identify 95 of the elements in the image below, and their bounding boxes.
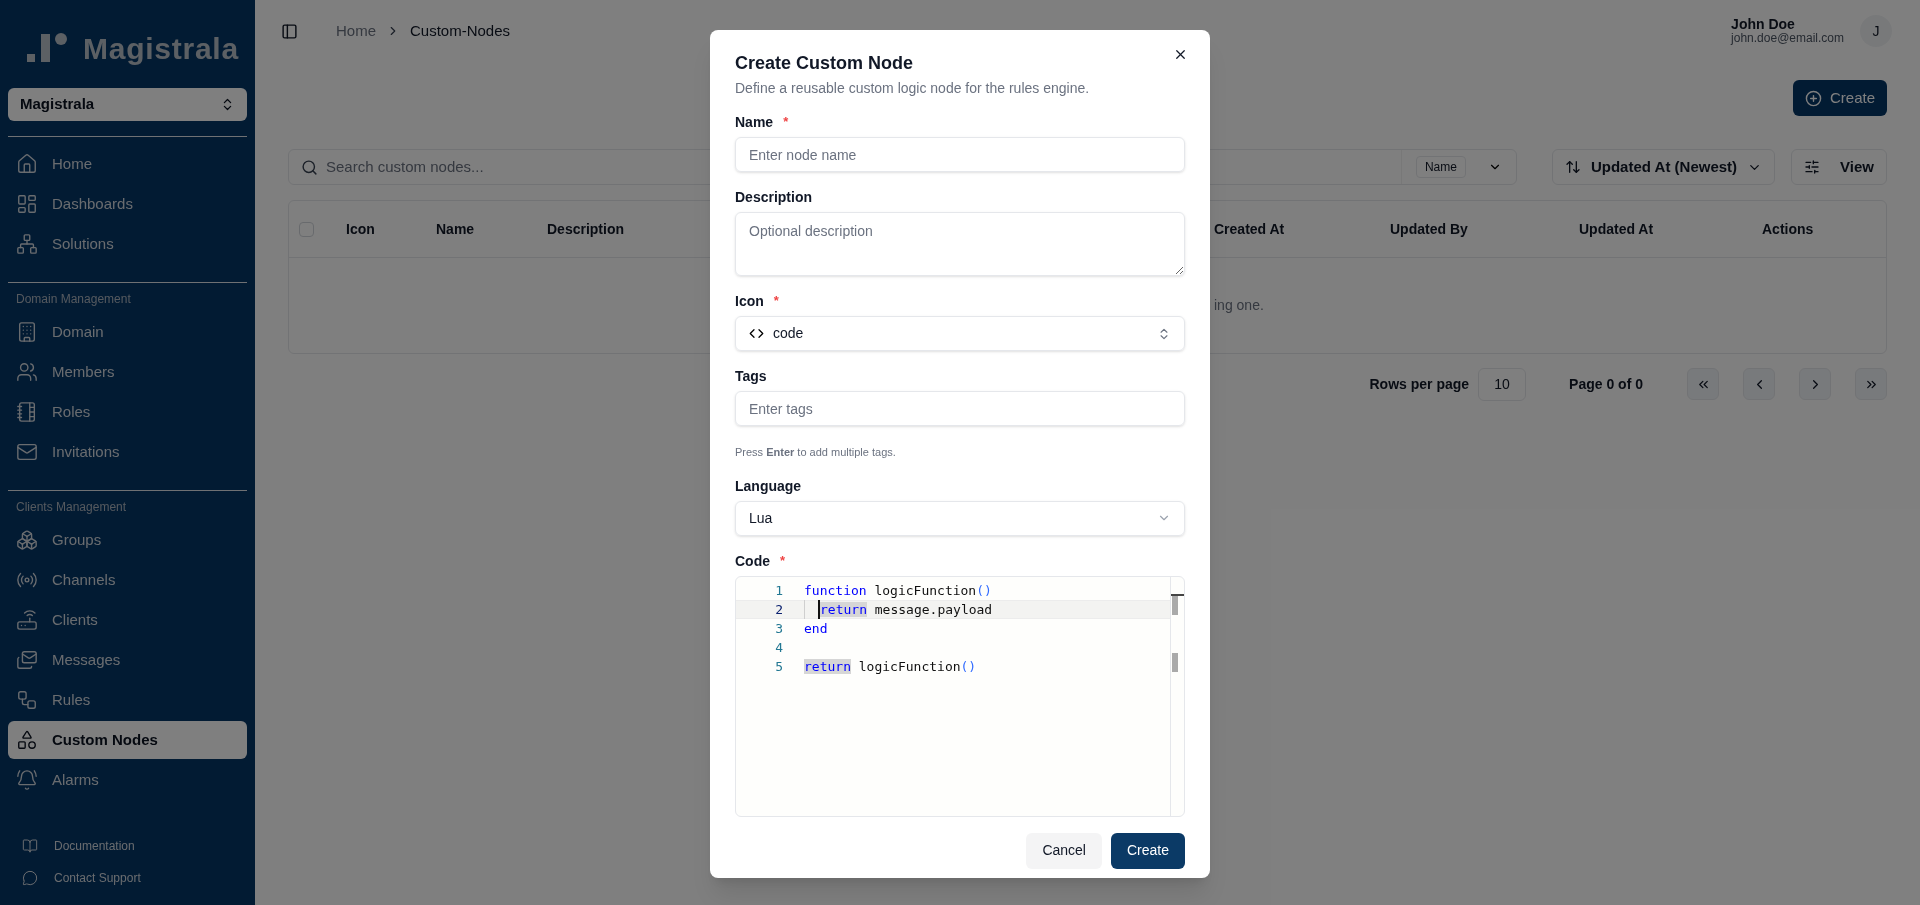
sidebar-item[interactable]: Clients bbox=[8, 601, 247, 639]
section-heading: Domain Management bbox=[15, 291, 132, 308]
sidebar-item[interactable]: Dashboards bbox=[8, 185, 247, 223]
column-header: Name bbox=[436, 221, 475, 237]
required-mark: * bbox=[773, 292, 779, 310]
pagination-button[interactable] bbox=[1855, 368, 1887, 400]
code-text: return message.payload bbox=[820, 600, 993, 619]
line-number: 1 bbox=[774, 581, 783, 600]
field-label: Description bbox=[735, 188, 812, 206]
mails-icon bbox=[16, 649, 38, 671]
field-hint: Press Enter to add multiple tags. bbox=[735, 445, 897, 460]
language-select[interactable]: Lua bbox=[735, 500, 1185, 536]
notebook-icon bbox=[16, 401, 38, 423]
bell-icon bbox=[16, 769, 38, 791]
code-editor[interactable]: 1 function logicFunction() 2 return message.payload 3 end 4 5 return logicFunction() bbox=[735, 575, 1185, 817]
sidebar-item[interactable]: Domain bbox=[8, 313, 247, 351]
line-number: 4 bbox=[774, 638, 783, 657]
user-email: john.doe@email.com bbox=[1731, 31, 1844, 45]
sidebar-item[interactable]: Alarms bbox=[8, 761, 247, 799]
line-number: 5 bbox=[774, 657, 783, 676]
icon-select[interactable]: code bbox=[735, 316, 1185, 351]
close-icon[interactable] bbox=[1173, 47, 1188, 62]
footer-link[interactable]: Contact Support bbox=[22, 867, 233, 889]
search-icon bbox=[301, 158, 318, 176]
building-icon bbox=[16, 321, 38, 343]
book-icon bbox=[22, 838, 38, 854]
user-avatar[interactable]: J bbox=[1860, 15, 1892, 47]
column-header: Description bbox=[547, 221, 624, 237]
required-mark: * bbox=[783, 113, 789, 131]
line-number: 3 bbox=[774, 619, 783, 638]
network-icon bbox=[16, 233, 38, 255]
sort-button[interactable]: Updated At (Newest) bbox=[1551, 149, 1776, 185]
code-text: end bbox=[804, 619, 828, 638]
sidebar-item[interactable]: Solutions bbox=[8, 225, 247, 263]
home-icon bbox=[16, 153, 38, 175]
code-icon bbox=[749, 326, 764, 341]
footer-link[interactable]: Documentation bbox=[22, 835, 233, 857]
user-name: John Doe bbox=[1731, 17, 1796, 31]
sidebar-item[interactable]: Invitations bbox=[8, 433, 247, 471]
field-label: Code bbox=[735, 551, 770, 570]
code-text: return logicFunction() bbox=[804, 657, 977, 676]
create-button[interactable]: Create bbox=[1792, 80, 1887, 116]
description-field[interactable]: Optional description bbox=[735, 212, 1185, 276]
sliders-icon bbox=[1804, 159, 1821, 175]
sidebar-item[interactable]: Members bbox=[8, 353, 247, 391]
chat-icon bbox=[22, 870, 38, 886]
workflow-icon bbox=[16, 689, 38, 711]
shapes-icon bbox=[16, 729, 38, 751]
view-button[interactable]: View bbox=[1791, 149, 1887, 185]
column-header: Updated At bbox=[1579, 221, 1654, 237]
field-label: Language bbox=[735, 476, 802, 495]
sidebar-item[interactable]: Roles bbox=[8, 393, 247, 431]
field-label: Name bbox=[735, 113, 774, 131]
pagination-button[interactable] bbox=[1687, 368, 1719, 400]
create-button[interactable]: Create bbox=[1110, 832, 1185, 869]
boxes-icon bbox=[16, 529, 38, 551]
page-indicator: Page 0 of 0 bbox=[1569, 374, 1643, 394]
filter-select[interactable]: Name bbox=[1400, 150, 1516, 184]
empty-message: ing one. bbox=[1214, 296, 1264, 315]
sidebar-item[interactable]: Messages bbox=[8, 641, 247, 679]
line-number: 2 bbox=[774, 600, 783, 619]
column-header: Created At bbox=[1214, 221, 1285, 237]
pagination-button[interactable] bbox=[1743, 368, 1775, 400]
pagination-button[interactable] bbox=[1799, 368, 1831, 400]
sidebar-item[interactable]: Home bbox=[8, 145, 247, 183]
required-mark: * bbox=[780, 551, 786, 570]
sidebar-item[interactable]: Custom Nodes bbox=[8, 721, 247, 759]
workspace-selector[interactable]: Magistrala bbox=[8, 88, 247, 121]
sort-icon bbox=[1564, 159, 1581, 175]
cancel-button[interactable]: Cancel bbox=[1026, 832, 1102, 869]
sidebar-item[interactable]: Rules bbox=[8, 681, 247, 719]
router-icon bbox=[16, 609, 38, 631]
dashboard-icon bbox=[16, 193, 38, 215]
sidebar-toggle-icon[interactable] bbox=[281, 22, 298, 40]
dialog-subtitle: Define a reusable custom logic node for the rules engine. bbox=[735, 79, 1091, 98]
users-icon bbox=[16, 361, 38, 383]
plus-circle-icon bbox=[1804, 89, 1822, 107]
column-header: Actions bbox=[1762, 221, 1814, 237]
mail-icon bbox=[16, 441, 38, 463]
section-heading: Clients Management bbox=[15, 499, 128, 516]
breadcrumb-link[interactable]: Custom-Nodes bbox=[410, 19, 511, 43]
sidebar-item[interactable]: Channels bbox=[8, 561, 247, 599]
breadcrumb-link[interactable]: Home bbox=[336, 19, 376, 43]
sidebar-item[interactable]: Groups bbox=[8, 521, 247, 559]
rows-per-page-select[interactable]: 10 bbox=[1478, 367, 1527, 401]
dialog-title: Create Custom Node bbox=[735, 52, 914, 75]
field-label: Tags bbox=[735, 367, 767, 385]
text-field[interactable]: Enter tags bbox=[735, 391, 1185, 426]
field-label: Icon bbox=[735, 292, 764, 310]
text-field[interactable]: Enter node name bbox=[735, 137, 1185, 172]
code-text: function logicFunction() bbox=[804, 581, 992, 600]
column-header: Icon bbox=[346, 221, 375, 237]
rows-per-page-label: Rows per page bbox=[1369, 374, 1470, 394]
column-header: Updated By bbox=[1390, 221, 1468, 237]
logo-text: Magistrala bbox=[83, 30, 239, 67]
